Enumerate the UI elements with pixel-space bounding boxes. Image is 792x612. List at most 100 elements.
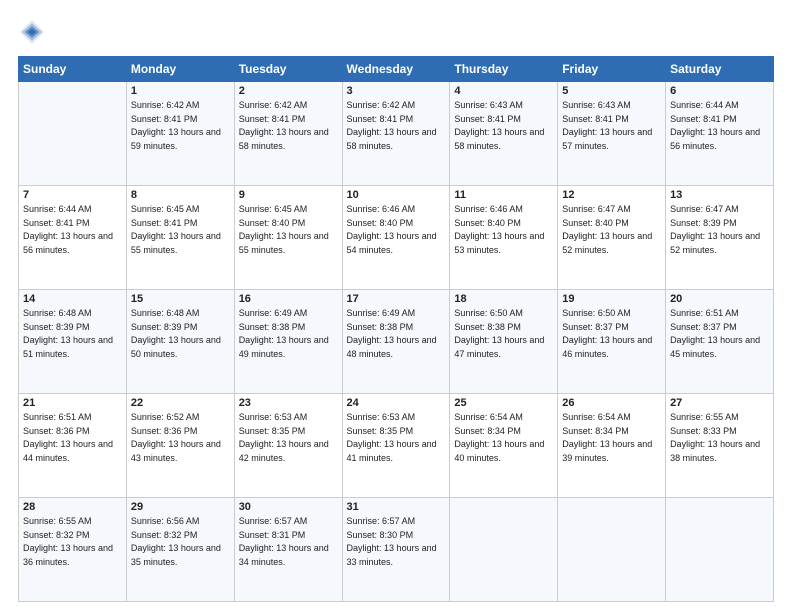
day-info: Sunrise: 6:42 AMSunset: 8:41 PMDaylight:… [131,99,230,153]
calendar-page: SundayMondayTuesdayWednesdayThursdayFrid… [0,0,792,612]
header-day-saturday: Saturday [666,57,774,82]
day-number: 8 [131,189,230,201]
calendar-cell: 16 Sunrise: 6:49 AMSunset: 8:38 PMDayligh… [234,290,342,394]
day-number: 31 [347,501,446,513]
header-row: SundayMondayTuesdayWednesdayThursdayFrid… [19,57,774,82]
day-info: Sunrise: 6:51 AMSunset: 8:36 PMDaylight:… [23,411,122,465]
day-info: Sunrise: 6:45 AMSunset: 8:41 PMDaylight:… [131,203,230,257]
day-info: Sunrise: 6:49 AMSunset: 8:38 PMDaylight:… [239,307,338,361]
day-number: 6 [670,85,769,97]
calendar-cell: 9Sunrise: 6:45 AMSunset: 8:40 PMDaylight… [234,186,342,290]
day-info: Sunrise: 6:46 AMSunset: 8:40 PMDaylight:… [347,203,446,257]
logo [18,18,50,46]
day-number: 9 [239,189,338,201]
day-info: Sunrise: 6:43 AMSunset: 8:41 PMDaylight:… [562,99,661,153]
calendar-cell: 3 Sunrise: 6:42 AMSunset: 8:41 PMDaylight… [342,82,450,186]
day-info: Sunrise: 6:49 AMSunset: 8:38 PMDaylight:… [347,307,446,361]
calendar-cell: 20 Sunrise: 6:51 AMSunset: 8:37 PMDayligh… [666,290,774,394]
day-number: 24 [347,397,446,409]
day-info: Sunrise: 6:43 AMSunset: 8:41 PMDaylight:… [454,99,553,153]
calendar-cell: 25 Sunrise: 6:54 AMSunset: 8:34 PMDayligh… [450,394,558,498]
day-info: Sunrise: 6:48 AMSunset: 8:39 PMDaylight:… [131,307,230,361]
calendar-cell: 5 Sunrise: 6:43 AMSunset: 8:41 PMDaylight… [558,82,666,186]
day-number: 5 [562,85,661,97]
calendar-cell: 7Sunrise: 6:44 AMSunset: 8:41 PMDaylight… [19,186,127,290]
calendar-cell: 2 Sunrise: 6:42 AMSunset: 8:41 PMDaylight… [234,82,342,186]
header-day-friday: Friday [558,57,666,82]
day-number: 2 [239,85,338,97]
calendar-cell: 23 Sunrise: 6:53 AMSunset: 8:35 PMDayligh… [234,394,342,498]
day-number: 7 [23,189,122,201]
day-info: Sunrise: 6:54 AMSunset: 8:34 PMDaylight:… [562,411,661,465]
day-info: Sunrise: 6:44 AMSunset: 8:41 PMDaylight:… [670,99,769,153]
day-number: 10 [347,189,446,201]
calendar-cell: 28 Sunrise: 6:55 AMSunset: 8:32 PMDayligh… [19,498,127,602]
day-number: 12 [562,189,661,201]
calendar-cell: 24 Sunrise: 6:53 AMSunset: 8:35 PMDayligh… [342,394,450,498]
day-info: Sunrise: 6:47 AMSunset: 8:40 PMDaylight:… [562,203,661,257]
calendar-cell [558,498,666,602]
calendar-cell: 17Sunrise: 6:49 AMSunset: 8:38 PMDayligh… [342,290,450,394]
day-number: 20 [670,293,769,305]
calendar-cell: 11Sunrise: 6:46 AMSunset: 8:40 PMDayligh… [450,186,558,290]
calendar-cell: 1Sunrise: 6:42 AMSunset: 8:41 PMDaylight… [126,82,234,186]
calendar-cell: 21 Sunrise: 6:51 AMSunset: 8:36 PMDayligh… [19,394,127,498]
day-info: Sunrise: 6:48 AMSunset: 8:39 PMDaylight:… [23,307,122,361]
calendar-cell: 30 Sunrise: 6:57 AMSunset: 8:31 PMDayligh… [234,498,342,602]
day-info: Sunrise: 6:50 AMSunset: 8:37 PMDaylight:… [562,307,661,361]
day-info: Sunrise: 6:55 AMSunset: 8:33 PMDaylight:… [670,411,769,465]
calendar-cell: 10 Sunrise: 6:46 AMSunset: 8:40 PMDayligh… [342,186,450,290]
day-number: 28 [23,501,122,513]
calendar-cell: 27 Sunrise: 6:55 AMSunset: 8:33 PMDayligh… [666,394,774,498]
header-day-wednesday: Wednesday [342,57,450,82]
day-number: 25 [454,397,553,409]
day-number: 4 [454,85,553,97]
header-day-sunday: Sunday [19,57,127,82]
day-number: 13 [670,189,769,201]
day-number: 29 [131,501,230,513]
day-number: 26 [562,397,661,409]
calendar-cell: 29Sunrise: 6:56 AMSunset: 8:32 PMDayligh… [126,498,234,602]
day-info: Sunrise: 6:54 AMSunset: 8:34 PMDaylight:… [454,411,553,465]
day-info: Sunrise: 6:51 AMSunset: 8:37 PMDaylight:… [670,307,769,361]
day-info: Sunrise: 6:57 AMSunset: 8:31 PMDaylight:… [239,515,338,569]
calendar-table: SundayMondayTuesdayWednesdayThursdayFrid… [18,56,774,602]
calendar-cell: 26 Sunrise: 6:54 AMSunset: 8:34 PMDayligh… [558,394,666,498]
day-number: 21 [23,397,122,409]
day-number: 30 [239,501,338,513]
day-number: 3 [347,85,446,97]
calendar-cell: 13 Sunrise: 6:47 AMSunset: 8:39 PMDayligh… [666,186,774,290]
day-info: Sunrise: 6:55 AMSunset: 8:32 PMDaylight:… [23,515,122,569]
calendar-cell [19,82,127,186]
header-day-monday: Monday [126,57,234,82]
day-number: 23 [239,397,338,409]
day-number: 27 [670,397,769,409]
day-info: Sunrise: 6:42 AMSunset: 8:41 PMDaylight:… [347,99,446,153]
calendar-cell: 18Sunrise: 6:50 AMSunset: 8:38 PMDayligh… [450,290,558,394]
header [18,18,774,46]
calendar-cell: 22Sunrise: 6:52 AMSunset: 8:36 PMDayligh… [126,394,234,498]
day-info: Sunrise: 6:47 AMSunset: 8:39 PMDaylight:… [670,203,769,257]
day-info: Sunrise: 6:53 AMSunset: 8:35 PMDaylight:… [239,411,338,465]
day-number: 16 [239,293,338,305]
calendar-cell: 4 Sunrise: 6:43 AMSunset: 8:41 PMDaylight… [450,82,558,186]
calendar-cell: 15 Sunrise: 6:48 AMSunset: 8:39 PMDayligh… [126,290,234,394]
calendar-cell [666,498,774,602]
week-row-2: 14 Sunrise: 6:48 AMSunset: 8:39 PMDayligh… [19,290,774,394]
day-info: Sunrise: 6:57 AMSunset: 8:30 PMDaylight:… [347,515,446,569]
day-info: Sunrise: 6:53 AMSunset: 8:35 PMDaylight:… [347,411,446,465]
calendar-cell: 19 Sunrise: 6:50 AMSunset: 8:37 PMDayligh… [558,290,666,394]
week-row-3: 21 Sunrise: 6:51 AMSunset: 8:36 PMDayligh… [19,394,774,498]
day-number: 14 [23,293,122,305]
calendar-cell: 8 Sunrise: 6:45 AMSunset: 8:41 PMDaylight… [126,186,234,290]
day-info: Sunrise: 6:42 AMSunset: 8:41 PMDaylight:… [239,99,338,153]
calendar-cell: 31 Sunrise: 6:57 AMSunset: 8:30 PMDayligh… [342,498,450,602]
header-day-thursday: Thursday [450,57,558,82]
day-number: 15 [131,293,230,305]
day-info: Sunrise: 6:52 AMSunset: 8:36 PMDaylight:… [131,411,230,465]
day-number: 19 [562,293,661,305]
header-day-tuesday: Tuesday [234,57,342,82]
day-info: Sunrise: 6:46 AMSunset: 8:40 PMDaylight:… [454,203,553,257]
calendar-cell: 12 Sunrise: 6:47 AMSunset: 8:40 PMDayligh… [558,186,666,290]
week-row-0: 1Sunrise: 6:42 AMSunset: 8:41 PMDaylight… [19,82,774,186]
